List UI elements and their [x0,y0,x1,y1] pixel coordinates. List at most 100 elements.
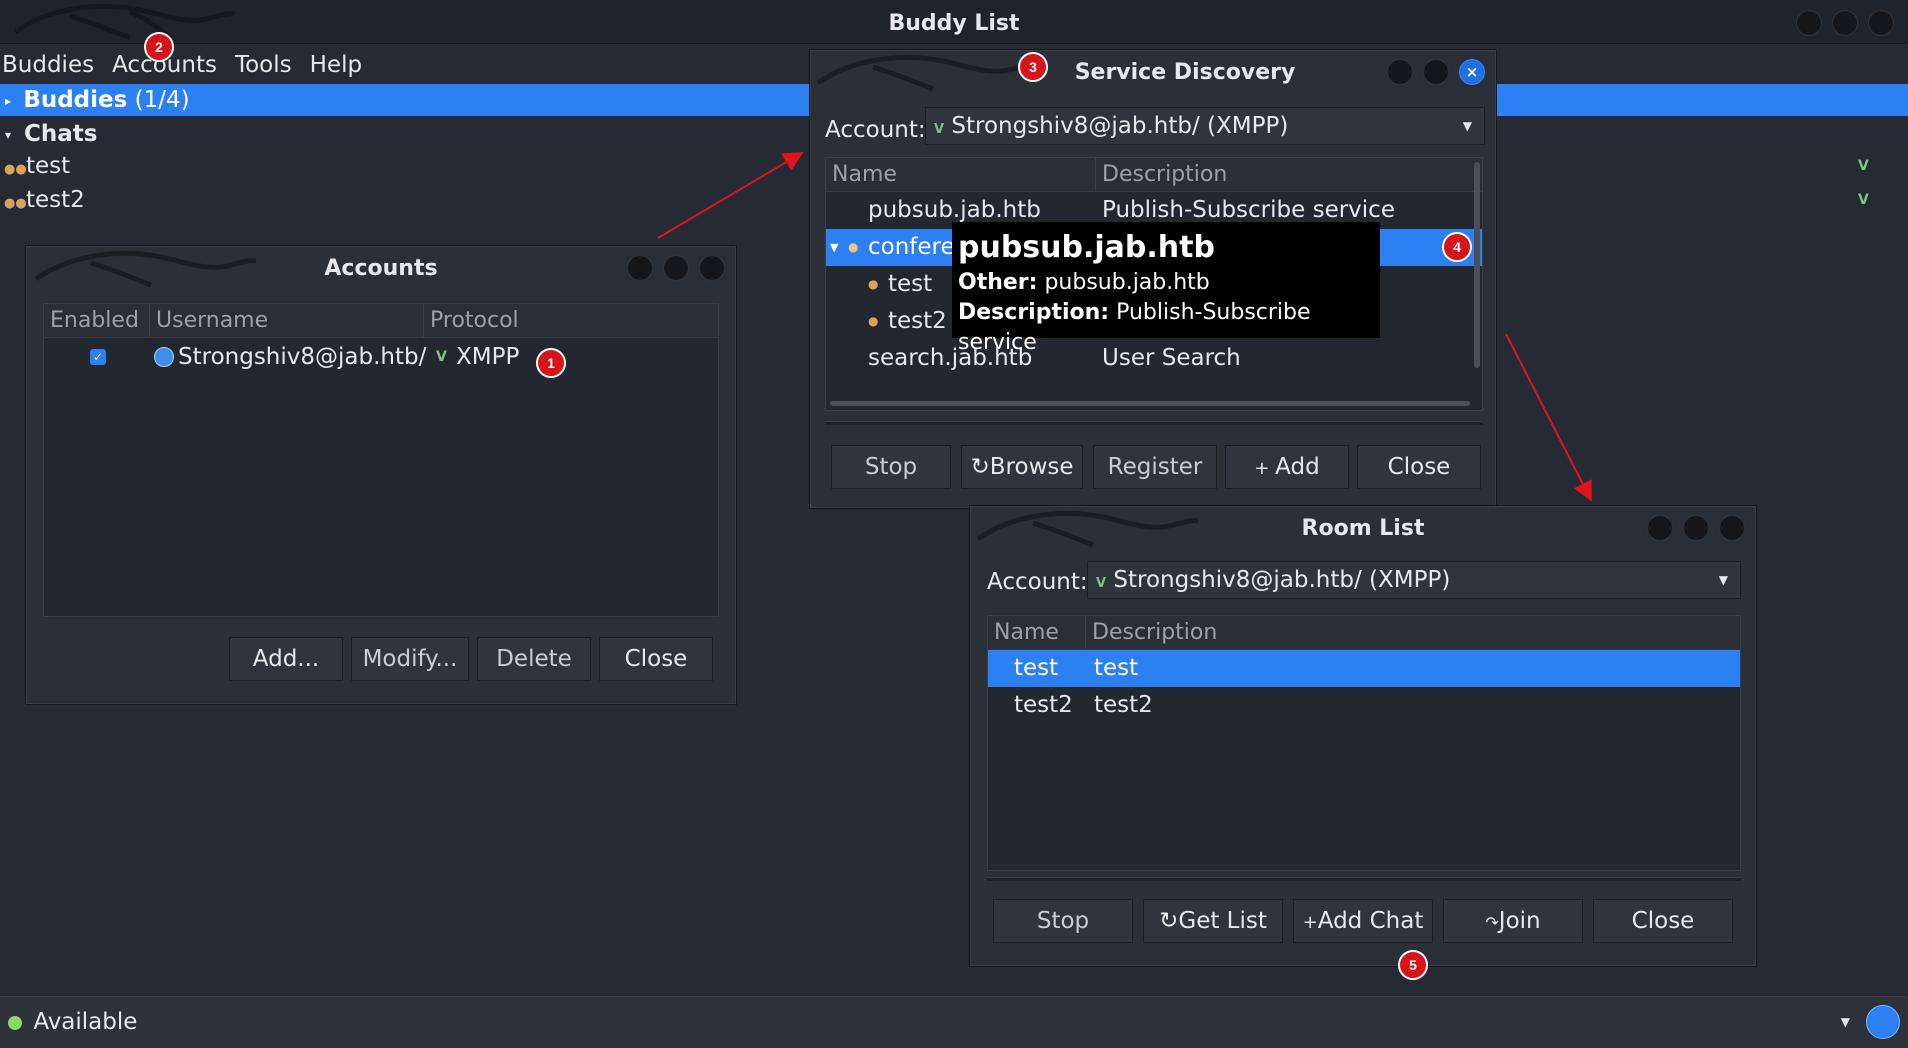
chevron-down-icon: ▼ [1718,573,1728,587]
table-header: Enabled Username Protocol [44,304,718,338]
chat-name: test [26,153,71,179]
chat-room-icon: ●● [4,162,27,177]
account-label: Account: [987,569,1088,595]
tooltip-label: Description: [958,300,1110,325]
main-titlebar: Buddy List [0,0,1908,44]
tooltip-description: Description: Publish-Subscribe service [958,298,1374,358]
xmpp-protocol-icon: V [1858,158,1869,174]
room-name: test2 [1014,692,1073,718]
minimize-button[interactable] [1647,515,1673,541]
get-list-button[interactable]: ↻Get List [1143,899,1283,943]
account-dropdown[interactable]: V Strongshiv8@jab.htb/ (XMPP) ▼ [925,107,1485,145]
minimize-button[interactable] [1387,59,1413,85]
service-tooltip: pubsub.jab.htb Other: pubsub.jab.htb Des… [952,222,1380,355]
enabled-checkbox[interactable]: ✓ [90,349,106,365]
maximize-button[interactable] [663,255,689,281]
room-description: test2 [1094,692,1153,718]
refresh-icon: ↻ [1159,908,1179,934]
join-button[interactable]: ↷Join [1443,899,1583,943]
account-protocol: XMPP [456,344,520,370]
minimize-button[interactable] [1796,10,1822,36]
vertical-scrollbar[interactable] [1474,162,1480,368]
chat-room-icon: ●● [4,196,27,211]
menu-help[interactable]: Help [308,46,372,84]
table-row[interactable]: ✓ Strongshiv8@jab.htb/ V XMPP [44,338,718,376]
xmpp-protocol-icon: V [934,122,945,137]
accounts-table[interactable]: Enabled Username Protocol ✓ Strongshiv8@… [43,303,719,617]
table-row-selected[interactable]: test test [988,650,1740,687]
expander-right-icon[interactable]: ▸ [0,85,16,117]
window-controls: × [1387,59,1485,85]
stop-button[interactable]: Stop [831,445,951,489]
service-name: test2 [888,308,947,334]
tooltip-title: pubsub.jab.htb [958,230,1215,265]
column-header[interactable]: Protocol [424,304,718,337]
rooms-table[interactable]: Name Description test test test2 test2 [987,615,1741,871]
window-controls [1796,10,1894,36]
column-header[interactable]: Name [826,158,1096,191]
accounts-dialog: Accounts Enabled Username Protocol ✓ Str… [26,246,736,704]
chat-name: test2 [26,187,85,213]
column-header[interactable]: Username [150,304,424,337]
column-header[interactable]: Description [1096,158,1482,191]
close-room-list-button[interactable]: Close [1593,899,1733,943]
close-button[interactable] [1719,515,1745,541]
chat-item[interactable]: ●●test2 [4,184,85,220]
dialog-titlebar: Service Discovery × [811,51,1495,95]
dialog-title: Room List [1301,516,1425,541]
close-button[interactable] [699,255,725,281]
window-controls [1647,515,1745,541]
close-accounts-button[interactable]: Close [599,637,713,681]
minimize-button[interactable] [627,255,653,281]
room-name: test [1014,655,1059,681]
chevron-down-icon[interactable]: ▼ [1841,997,1850,1047]
close-icon[interactable]: × [1459,59,1485,85]
add-button[interactable]: + Add [1225,445,1349,489]
account-dropdown[interactable]: V Strongshiv8@jab.htb/ (XMPP) ▼ [1087,561,1741,599]
add-account-button[interactable]: Add... [229,637,343,681]
account-label: Account: [825,117,926,143]
available-status-icon [8,1015,22,1030]
browse-button[interactable]: ↻Browse [961,445,1083,489]
table-row[interactable]: test2 test2 [988,687,1740,724]
annotation-arrow [657,151,804,239]
button-label: Get List [1178,908,1267,934]
expander-down-icon[interactable]: ▼ [830,229,838,266]
maximize-button[interactable] [1423,59,1449,85]
menu-tools[interactable]: Tools [233,46,302,84]
annotation-badge: 3 [1018,52,1048,82]
chat-item[interactable]: ●●test [4,150,70,186]
dialog-titlebar: Room List [971,507,1755,551]
table-header: Name Description [826,158,1482,192]
column-header[interactable]: Enabled [44,304,150,337]
add-chat-button[interactable]: +Add Chat [1293,899,1433,943]
service-name: test [888,271,933,297]
tooltip-other: Other: pubsub.jab.htb [958,268,1374,298]
dialog-titlebar: Accounts [27,247,735,291]
expander-down-icon[interactable]: ▾ [0,119,16,151]
button-label: Add Chat [1317,908,1424,934]
group-count: (1/4) [134,87,190,113]
kali-dragon-icon [34,251,257,288]
kali-dragon-icon[interactable] [1866,1005,1900,1039]
status-bar[interactable]: Available ▼ [0,996,1908,1048]
chevron-down-icon: ▼ [1462,119,1472,133]
modify-account-button[interactable]: Modify... [351,637,469,681]
column-header[interactable]: Description [1086,616,1740,649]
annotation-arrow [1505,333,1592,502]
xmpp-protocol-icon: V [436,349,447,365]
close-button[interactable] [1868,10,1894,36]
stop-button[interactable]: Stop [993,899,1133,943]
close-discovery-button[interactable]: Close [1357,445,1481,489]
chat-room-icon: ● [868,277,879,291]
tree-group-chats[interactable]: ▾ Chats [0,118,98,151]
column-header[interactable]: Name [988,616,1086,649]
account-dropdown-value: Strongshiv8@jab.htb/ (XMPP) [1113,567,1451,593]
plus-icon: + [1254,458,1276,479]
maximize-button[interactable] [1683,515,1709,541]
delete-account-button[interactable]: Delete [477,637,591,681]
maximize-button[interactable] [1832,10,1858,36]
register-button[interactable]: Register [1093,445,1217,489]
horizontal-scrollbar[interactable] [830,401,1470,406]
menu-buddies[interactable]: Buddies [0,46,104,84]
